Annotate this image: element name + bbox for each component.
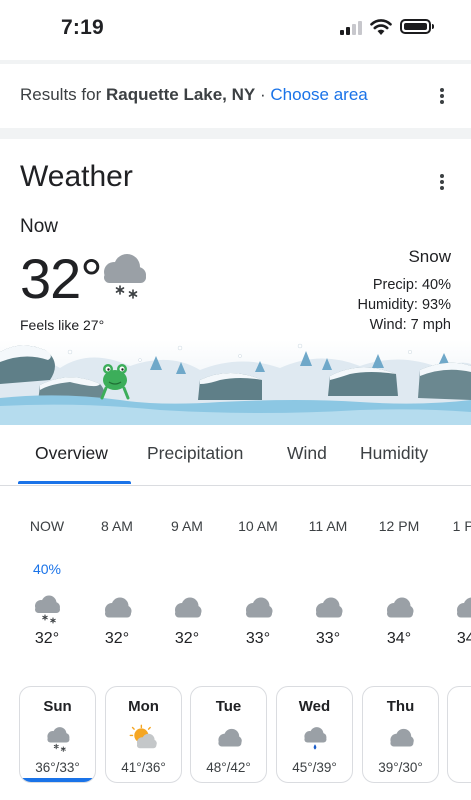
- precip-stat: Precip: 40%: [372, 277, 451, 293]
- cloud-icon: [214, 724, 244, 754]
- weather-tabs: Overview Precipitation Wind Humidity: [0, 425, 471, 485]
- hourly-precip: 40%: [32, 561, 62, 577]
- snow-scene-illustration: [0, 340, 471, 425]
- cloud-icon: [241, 592, 275, 626]
- cellular-signal-icon: [340, 21, 364, 35]
- active-tab-indicator: [18, 481, 131, 484]
- day-name: Wed: [298, 698, 331, 715]
- feels-like: Feels like 27°: [20, 317, 105, 333]
- day-card-thu[interactable]: Thu 39°/30°: [362, 686, 439, 783]
- weather-condition: Snow: [408, 247, 451, 266]
- day-card-mon[interactable]: Mon 41°/36°: [105, 686, 182, 783]
- battery-icon: [400, 19, 434, 34]
- results-prefix: Results for: [20, 85, 102, 104]
- cloud-rain-icon: [300, 724, 330, 754]
- weather-page: { "status_bar": { "time": "7:19" }, "res…: [0, 0, 471, 800]
- wifi-icon: [370, 19, 392, 35]
- day-card-wed[interactable]: Wed 45°/39°: [276, 686, 353, 783]
- hourly-time: 12 PM: [378, 518, 420, 534]
- day-name: Fri: [448, 698, 471, 715]
- day-card-fri[interactable]: Fri 29°: [447, 686, 471, 783]
- day-name: Sun: [43, 698, 72, 715]
- hourly-temp: 32°: [174, 630, 200, 647]
- results-more-options-icon[interactable]: [439, 88, 445, 106]
- day-name: Mon: [128, 698, 159, 715]
- divider: [0, 128, 471, 139]
- divider: [0, 60, 471, 64]
- cloud-icon: [100, 592, 134, 626]
- status-time: 7:19: [61, 16, 104, 39]
- cloud-icon: [386, 724, 416, 754]
- day-name: Thu: [386, 698, 415, 715]
- hourly-time: 1 PM: [452, 518, 471, 534]
- cloud-snow-icon: [104, 254, 146, 299]
- weather-more-options-icon[interactable]: [439, 174, 445, 192]
- day-card-sun[interactable]: Sun 36°/33°: [19, 686, 96, 783]
- results-for-row: Results for Raquette Lake, NY · Choose a…: [20, 85, 368, 105]
- day-temp-range: 39°/30°: [378, 760, 423, 775]
- cloud-icon: [311, 592, 345, 626]
- cloud-icon: [170, 592, 204, 626]
- tab-wind[interactable]: Wind: [287, 443, 327, 464]
- tab-precipitation[interactable]: Precipitation: [147, 443, 243, 464]
- hourly-time: 10 AM: [238, 518, 278, 534]
- results-location[interactable]: Raquette Lake, NY: [106, 85, 255, 104]
- cloud-snow-icon: [30, 592, 64, 626]
- hourly-temp: 34°: [456, 630, 471, 647]
- hourly-temp: 32°: [104, 630, 130, 647]
- day-temp-range: 48°/42°: [206, 760, 251, 775]
- day-temp-range: 41°/36°: [121, 760, 166, 775]
- hourly-time: 11 AM: [308, 518, 348, 534]
- hourly-temp: 33°: [245, 630, 271, 647]
- tab-humidity[interactable]: Humidity: [360, 443, 428, 464]
- hourly-temp: 33°: [315, 630, 341, 647]
- results-separator: ·: [259, 85, 266, 104]
- cloud-icon: [382, 592, 416, 626]
- selected-day-indicator: [20, 778, 95, 782]
- hourly-time: 9 AM: [171, 518, 203, 534]
- humidity-stat: Humidity: 93%: [357, 297, 451, 313]
- day-temp-range: 36°/33°: [35, 760, 80, 775]
- tabs-divider: [0, 485, 471, 486]
- wind-stat: Wind: 7 mph: [369, 317, 451, 333]
- hourly-time: 8 AM: [101, 518, 133, 534]
- day-temp-range: 29°: [448, 760, 471, 775]
- cloud-icon: [452, 592, 471, 626]
- hourly-temp: 34°: [386, 630, 412, 647]
- status-bar: 7:19: [0, 0, 471, 58]
- now-label: Now: [20, 216, 59, 237]
- day-card-tue[interactable]: Tue 48°/42°: [190, 686, 267, 783]
- hourly-temp: 32°: [34, 630, 60, 647]
- hourly-time: NOW: [29, 518, 65, 534]
- choose-area-link[interactable]: Choose area: [270, 85, 367, 104]
- tab-overview[interactable]: Overview: [35, 443, 108, 464]
- partly-sunny-icon: [129, 724, 159, 754]
- day-temp-range: 45°/39°: [292, 760, 337, 775]
- weather-title: Weather: [20, 160, 133, 193]
- current-temperature: 32°: [20, 247, 103, 310]
- day-name: Tue: [215, 698, 242, 715]
- cloud-snow-icon: [43, 724, 73, 754]
